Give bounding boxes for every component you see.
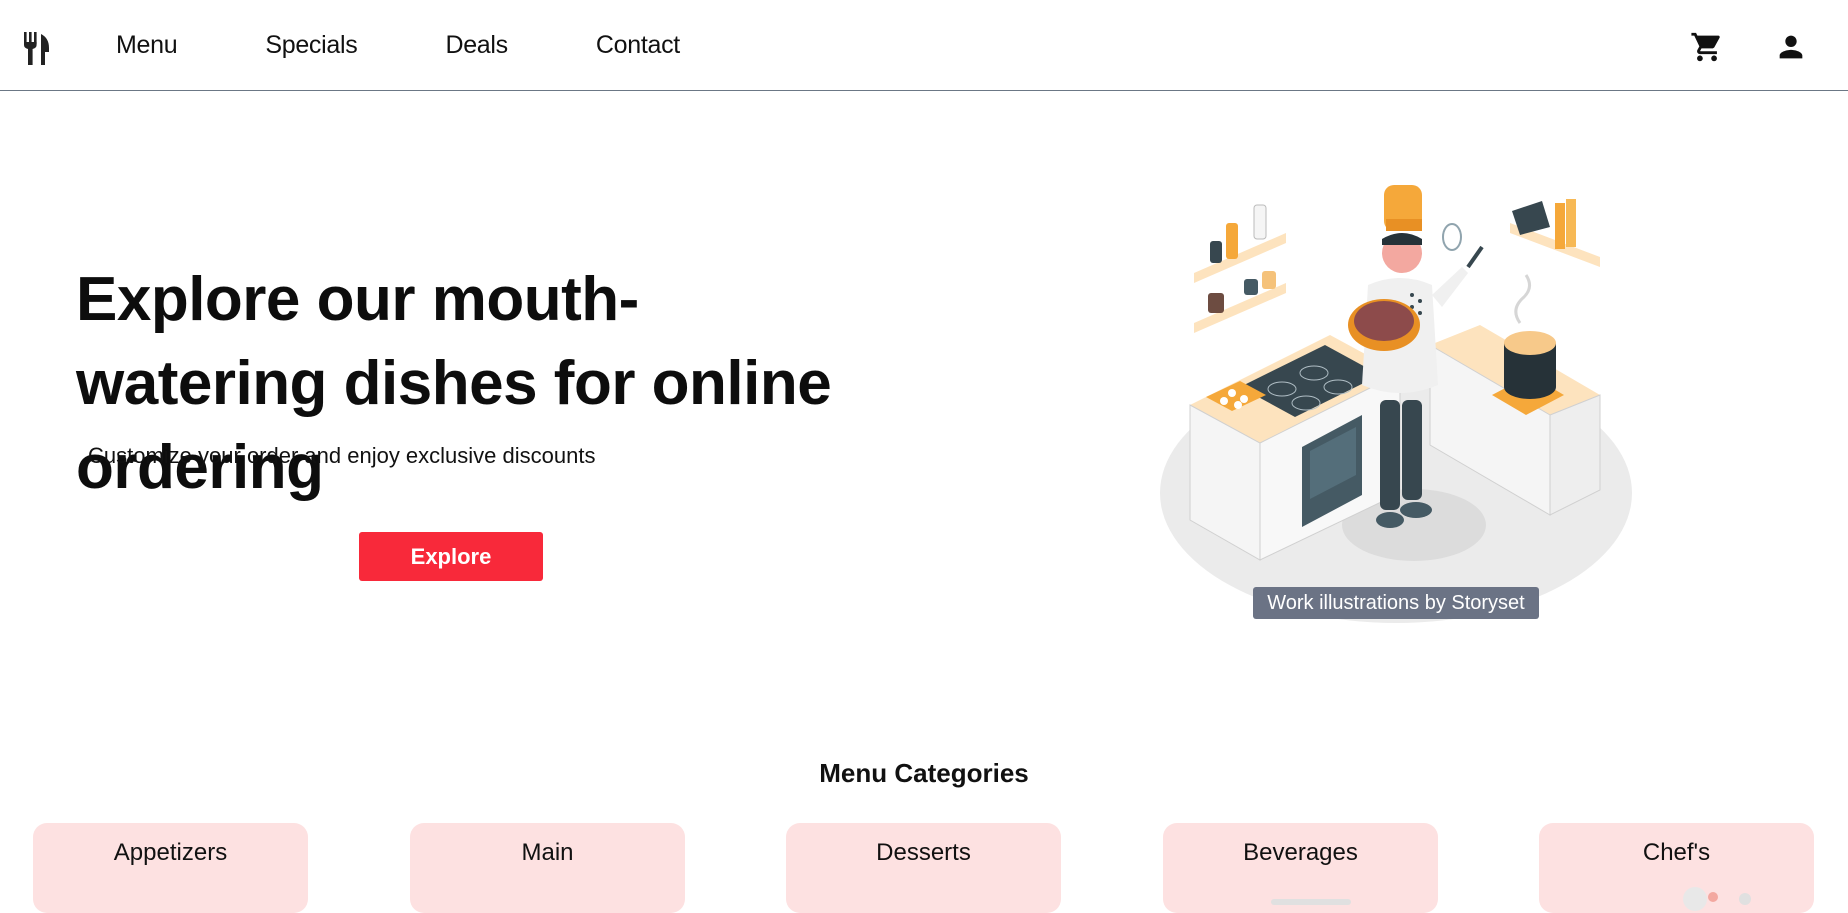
category-label: Chef's — [1642, 839, 1711, 866]
user-icon[interactable] — [1774, 30, 1808, 64]
category-card-desserts[interactable]: Desserts — [786, 823, 1061, 913]
nav-links: Menu Specials Deals Contact — [116, 0, 768, 90]
cart-icon[interactable] — [1690, 30, 1724, 64]
category-label: Beverages — [1243, 839, 1358, 866]
category-label: Desserts — [876, 839, 971, 866]
category-card-appetizers[interactable]: Appetizers — [33, 823, 308, 913]
category-label: Appetizers — [113, 839, 228, 866]
nav-link-menu[interactable]: Menu — [116, 31, 178, 60]
navbar: Menu Specials Deals Contact — [0, 0, 1848, 91]
hero-title: Explore our mouth-watering dishes for on… — [76, 265, 832, 502]
chef-image — [1683, 887, 1751, 911]
nav-link-deals[interactable]: Deals — [445, 31, 508, 60]
category-card-chefs[interactable]: Chef's — [1539, 823, 1814, 913]
fork-knife-icon[interactable] — [22, 30, 50, 66]
nav-icons — [1690, 30, 1808, 64]
nav-link-contact[interactable]: Contact — [596, 31, 680, 60]
category-card-main[interactable]: Main — [410, 823, 685, 913]
menu-categories-title: Menu Categories — [819, 758, 1029, 788]
hero-subtitle: Customize your order and enjoy exclusive… — [88, 443, 596, 468]
category-card-beverages[interactable]: Beverages — [1163, 823, 1438, 913]
image-credit[interactable]: Work illustrations by Storyset — [1253, 587, 1539, 619]
category-label: Main — [521, 839, 574, 866]
nav-link-specials[interactable]: Specials — [265, 31, 357, 60]
beverage-image — [1271, 899, 1351, 905]
explore-button[interactable]: Explore — [359, 532, 543, 581]
chef-kitchen-illustration — [1160, 185, 1632, 623]
